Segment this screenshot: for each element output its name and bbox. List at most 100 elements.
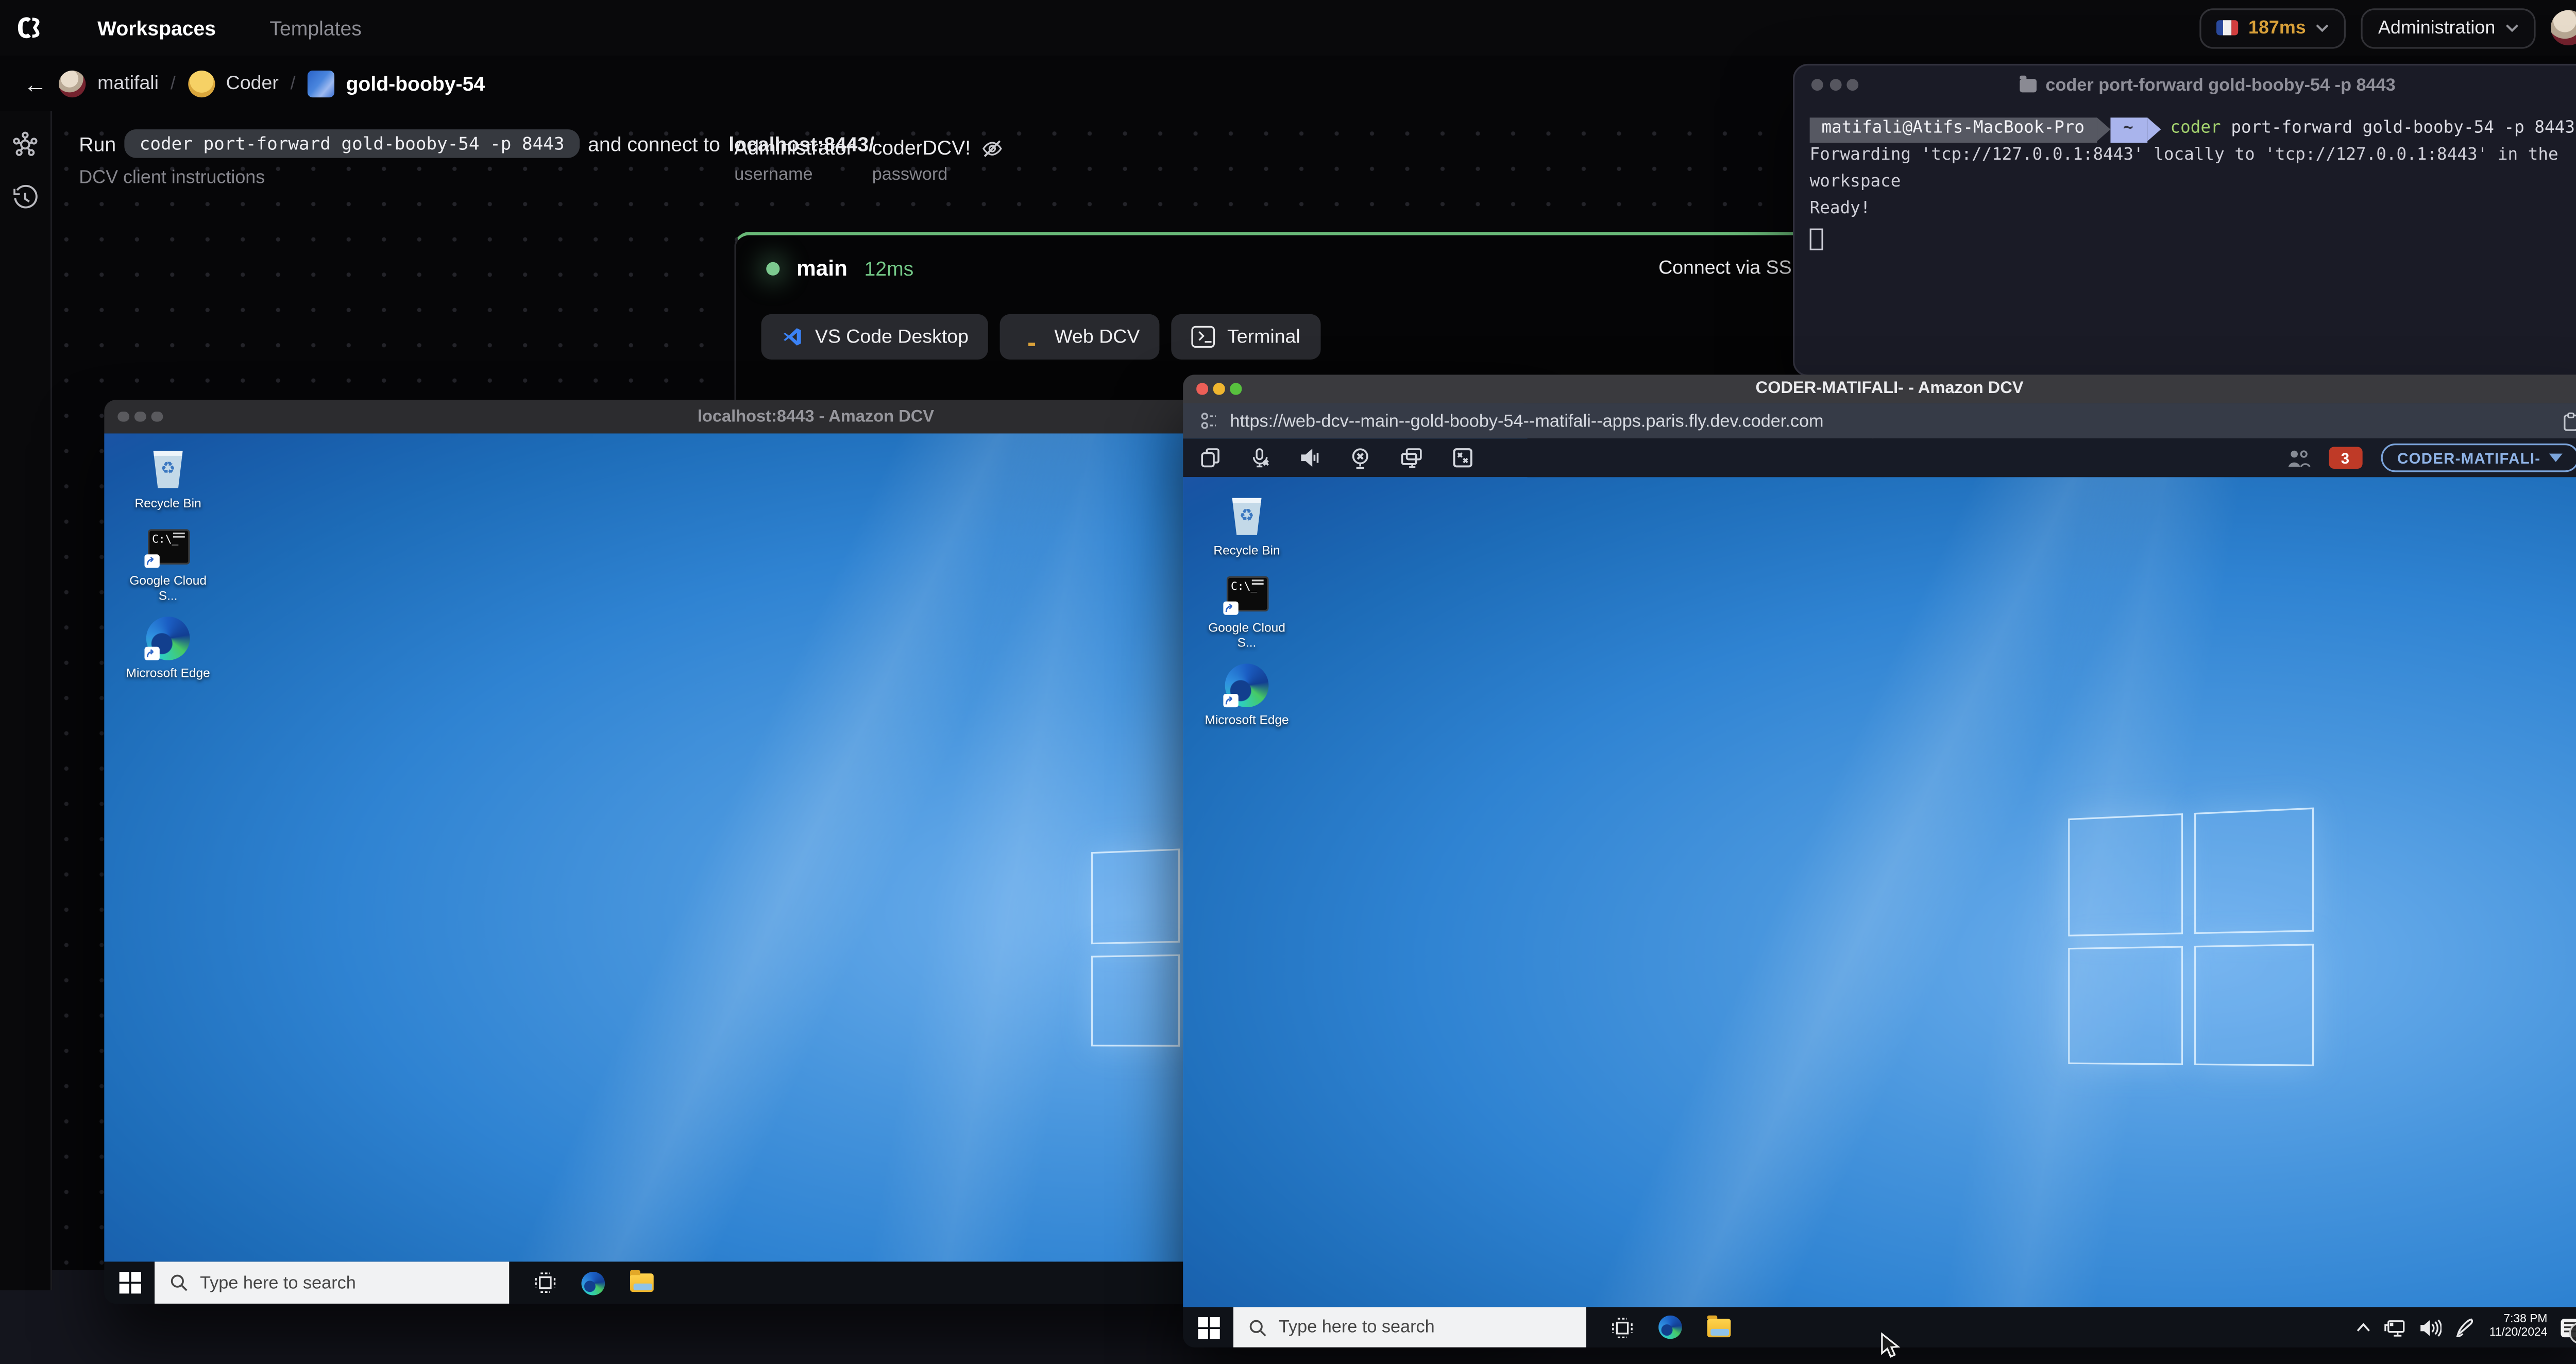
shortcut-arrow-badge	[144, 553, 159, 568]
windows-taskbar: Type here to search 7:38 PM 11/20/2024 1	[1183, 1307, 2576, 1348]
windows-logo-wallpaper	[2068, 807, 2314, 1066]
terminal-button[interactable]: Terminal	[1172, 314, 1320, 360]
dcv-toolbar-right: 3 CODER-MATIFALI-	[2286, 444, 2576, 472]
icon-label: Google Cloud S...	[1208, 620, 1285, 651]
prompt-path-segment: ~	[2109, 116, 2147, 142]
shortcut-arrow-badge	[1223, 693, 1238, 708]
password-credential: coderDCV! password	[872, 136, 1003, 185]
password-value[interactable]: coderDCV!	[872, 136, 971, 160]
dcv-web-titlebar[interactable]: CODER-MATIFALI- - Amazon DCV	[1183, 374, 2576, 403]
viewers-count-badge[interactable]: 3	[2328, 447, 2362, 469]
tray-chevron-up-icon[interactable]	[2357, 1322, 2371, 1333]
start-button[interactable]	[1198, 1316, 1220, 1338]
minimize-button-inactive[interactable]	[134, 411, 146, 422]
window-traffic-lights[interactable]	[1811, 79, 1859, 91]
desktop-icon-edge[interactable]: Microsoft Edge	[1201, 663, 1292, 727]
port-forward-command[interactable]: coder port-forward gold-booby-54 -p 8443	[124, 129, 580, 158]
breadcrumb-workspace: gold-booby-54	[346, 71, 485, 95]
terminal-button-label: Terminal	[1227, 327, 1300, 347]
tray-time-value: 7:38 PM	[2503, 1312, 2548, 1325]
nav-templates[interactable]: Templates	[269, 16, 361, 40]
browser-url-bar[interactable]: https://web-dcv--main--gold-booby-54--ma…	[1183, 403, 2576, 439]
close-button-inactive[interactable]	[1811, 79, 1823, 91]
workspace-thumbnail	[307, 70, 334, 97]
zoom-button-inactive[interactable]	[1846, 79, 1859, 91]
start-button[interactable]	[119, 1271, 141, 1294]
clipboard-copy-icon[interactable]	[1200, 447, 1222, 469]
monitor-icon	[1021, 328, 1042, 346]
back-arrow-icon[interactable]: ←	[24, 70, 47, 96]
chevron-down-icon	[2316, 23, 2329, 31]
user-avatar[interactable]	[2550, 10, 2576, 46]
desktop-icon-edge[interactable]: Microsoft Edge	[123, 616, 213, 680]
recycle-bin-icon: ♻	[1232, 498, 1262, 535]
powerline-arrow	[2146, 117, 2160, 141]
search-placeholder: Type here to search	[1279, 1317, 1435, 1338]
pen-icon[interactable]	[2456, 1317, 2476, 1337]
volume-icon[interactable]	[2420, 1318, 2443, 1337]
history-icon[interactable]	[12, 184, 39, 212]
desktop-icon-recycle-bin[interactable]: ♻ Recycle Bin	[1201, 494, 1292, 558]
minimize-button-inactive[interactable]	[1829, 79, 1841, 91]
close-button[interactable]	[1196, 383, 1208, 395]
username-value[interactable]: Administrator	[734, 136, 853, 160]
edge-taskbar-button[interactable]	[581, 1271, 605, 1294]
resources-graph-icon[interactable]	[12, 131, 39, 158]
window-traffic-lights[interactable]	[1196, 383, 1241, 395]
dcv-toolbar: 3 CODER-MATIFALI-	[1183, 438, 2576, 478]
zoom-button-inactive[interactable]	[151, 411, 162, 422]
task-view-button[interactable]	[1612, 1316, 1633, 1338]
session-name: CODER-MATIFALI-	[2397, 449, 2541, 467]
administration-dropdown[interactable]: Administration	[2361, 7, 2536, 48]
microphone-muted-icon[interactable]	[1250, 447, 1270, 469]
macos-terminal-window[interactable]: coder port-forward gold-booby-54 -p 8443…	[1793, 63, 2576, 377]
desktop-icon-google-cloud[interactable]: C:\_ Google Cloud S...	[123, 524, 213, 603]
latency-dropdown[interactable]: 187ms	[2199, 7, 2347, 48]
close-button-inactive[interactable]	[117, 411, 129, 422]
edge-taskbar-button[interactable]	[1658, 1315, 1682, 1339]
webcam-disabled-icon[interactable]	[1349, 446, 1371, 470]
breadcrumb-user[interactable]: matifali	[97, 73, 159, 93]
dcv-local-title: localhost:8443 - Amazon DCV	[697, 407, 935, 426]
clipboard-icon[interactable]	[2563, 411, 2576, 431]
window-traffic-lights[interactable]	[117, 411, 162, 422]
collaborators-icon[interactable]	[2286, 448, 2310, 468]
connect-text: and connect to	[588, 132, 720, 156]
resource-name: main	[796, 255, 848, 281]
multi-monitor-icon[interactable]	[1400, 447, 1423, 469]
network-display-icon[interactable]	[2385, 1318, 2407, 1337]
notification-center-icon[interactable]: 1	[2561, 1318, 2576, 1343]
resource-status-dot	[766, 261, 780, 275]
terminal-content[interactable]: matifali@Atifs-MacBook-Pro ~ coder port-…	[1794, 106, 2576, 270]
task-view-button[interactable]	[534, 1272, 556, 1293]
vscode-desktop-button[interactable]: VS Code Desktop	[761, 314, 989, 360]
desktop-icon-recycle-bin[interactable]: ♻ Recycle Bin	[123, 447, 213, 510]
speaker-icon[interactable]	[1299, 447, 1320, 469]
nav-workspaces[interactable]: Workspaces	[97, 16, 216, 40]
url-text[interactable]: https://web-dcv--main--gold-booby-54--ma…	[1230, 411, 1823, 431]
zoom-button[interactable]	[1230, 383, 1241, 395]
file-explorer-button[interactable]	[1707, 1315, 1731, 1337]
command-name: coder	[2170, 119, 2221, 138]
dcv-toolbar-left	[1200, 446, 1474, 470]
desktop-icon-google-cloud[interactable]: C:\_ Google Cloud S...	[1201, 571, 1292, 650]
windows-desktop[interactable]: ♻ Recycle Bin C:\_ Google Cloud S... Mic…	[1183, 477, 2576, 1307]
fullscreen-icon[interactable]	[1452, 447, 1473, 469]
session-dropdown[interactable]: CODER-MATIFALI-	[2380, 444, 2576, 472]
dcv-web-window[interactable]: CODER-MATIFALI- - Amazon DCV https://web…	[1183, 374, 2576, 1348]
taskbar-search-box[interactable]: Type here to search	[1233, 1307, 1586, 1348]
taskbar-search-box[interactable]: Type here to search	[155, 1261, 510, 1304]
system-tray: 7:38 PM 11/20/2024 1	[2357, 1313, 2576, 1343]
administration-label: Administration	[2378, 18, 2496, 38]
notification-count-badge: 1	[2569, 1321, 2576, 1343]
file-explorer-button[interactable]	[630, 1270, 654, 1292]
minimize-button[interactable]	[1213, 383, 1225, 395]
clock[interactable]: 7:38 PM 11/20/2024	[2489, 1313, 2548, 1341]
breadcrumb-template[interactable]: Coder	[226, 73, 279, 93]
web-dcv-button[interactable]: Web DCV	[1000, 314, 1160, 360]
vscode-button-label: VS Code Desktop	[815, 327, 969, 347]
terminal-titlebar[interactable]: coder port-forward gold-booby-54 -p 8443	[1794, 65, 2576, 106]
user-avatar-small	[59, 70, 86, 97]
coder-logo-icon[interactable]	[15, 13, 43, 42]
eye-off-icon[interactable]	[981, 137, 1003, 159]
